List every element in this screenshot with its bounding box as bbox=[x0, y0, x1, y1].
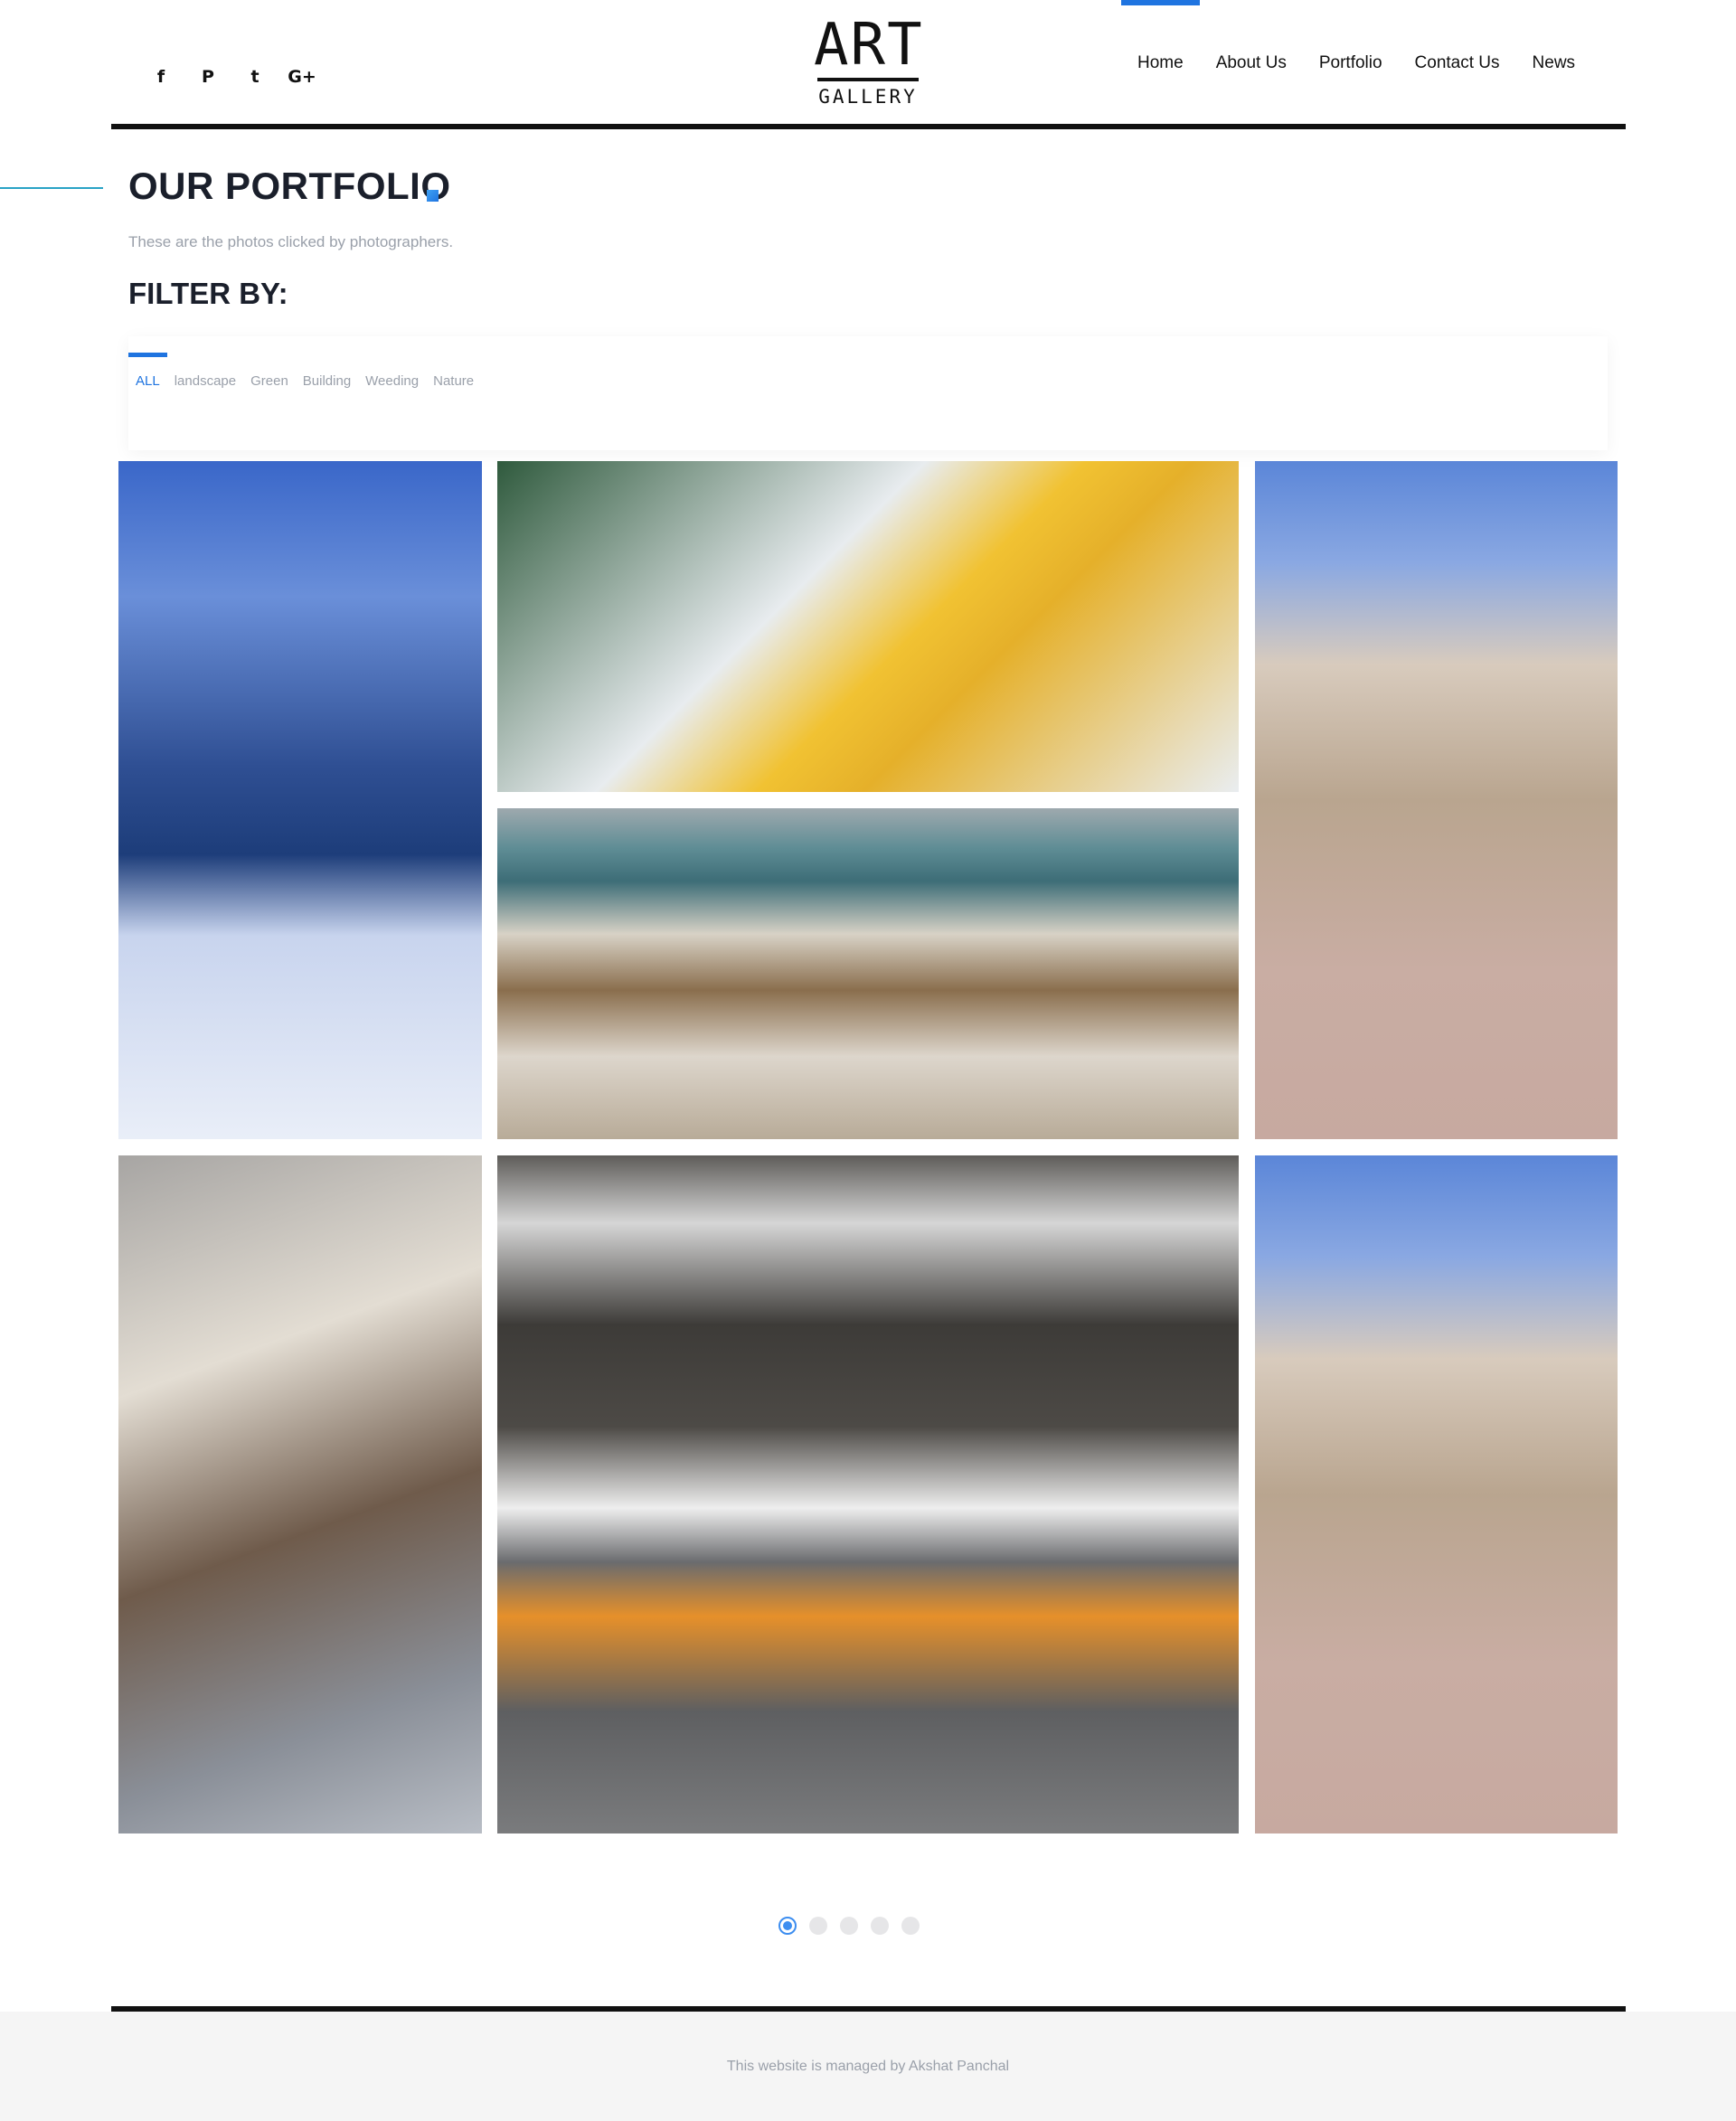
nav-contact-us[interactable]: Contact Us bbox=[1399, 0, 1516, 127]
twitter-icon[interactable]: t bbox=[231, 63, 278, 90]
gallery-image-hikers[interactable] bbox=[1255, 461, 1618, 1139]
google-plus-icon[interactable]: G+ bbox=[278, 63, 326, 90]
filter-tabs: ALL landscape Green Building Weeding Nat… bbox=[128, 353, 481, 396]
gallery-image-winter-table[interactable] bbox=[497, 1155, 1239, 1833]
pagination-dot-1[interactable] bbox=[778, 1917, 797, 1935]
gallery-image-snow-lake[interactable] bbox=[118, 461, 482, 1139]
facebook-icon[interactable]: f bbox=[137, 63, 184, 90]
pagination-dot-4[interactable] bbox=[871, 1917, 889, 1935]
gallery-image-photographer[interactable] bbox=[497, 461, 1239, 792]
filter-tab-green[interactable]: Green bbox=[243, 353, 296, 396]
pinterest-icon[interactable]: P bbox=[184, 63, 231, 90]
filter-tab-building[interactable]: Building bbox=[296, 353, 358, 396]
logo-gallery-text: GALLERY bbox=[818, 86, 918, 108]
gallery-image-hikers-2[interactable] bbox=[1255, 1155, 1618, 1833]
page-title: OUR PORTFOLIO bbox=[128, 165, 451, 207]
footer-credit: This website is managed by Akshat Pancha… bbox=[726, 2059, 1010, 2074]
site-header: f P t G+ ART GALLERY Home About Us Portf… bbox=[0, 0, 1736, 131]
nav-home[interactable]: Home bbox=[1121, 0, 1200, 127]
page-subtitle: These are the photos clicked by photogra… bbox=[128, 233, 454, 250]
filter-tab-nature[interactable]: Nature bbox=[426, 353, 481, 396]
pagination-dot-5[interactable] bbox=[901, 1917, 920, 1935]
filter-panel: ALL landscape Green Building Weeding Nat… bbox=[128, 336, 1608, 450]
site-footer: This website is managed by Akshat Pancha… bbox=[0, 2012, 1736, 2121]
filter-tab-all[interactable]: ALL bbox=[128, 353, 167, 396]
logo-art-text: ART bbox=[814, 12, 924, 79]
title-accent-square bbox=[427, 190, 439, 202]
gallery-image-boardwalk[interactable] bbox=[497, 808, 1239, 1139]
filter-heading: FILTER BY: bbox=[128, 277, 288, 310]
section-accent-line bbox=[0, 187, 103, 189]
gallery-image-stollen[interactable] bbox=[118, 1155, 482, 1833]
pagination-dots bbox=[778, 1917, 920, 1935]
pagination-dot-2[interactable] bbox=[809, 1917, 827, 1935]
filter-tab-landscape[interactable]: landscape bbox=[167, 353, 243, 396]
filter-tab-weeding[interactable]: Weeding bbox=[358, 353, 426, 396]
nav-portfolio[interactable]: Portfolio bbox=[1303, 0, 1399, 127]
main-nav: Home About Us Portfolio Contact Us News bbox=[1121, 0, 1591, 127]
social-links: f P t G+ bbox=[137, 63, 326, 90]
header-divider bbox=[111, 124, 1626, 129]
nav-news[interactable]: News bbox=[1516, 0, 1592, 127]
nav-about-us[interactable]: About Us bbox=[1200, 0, 1303, 127]
site-logo[interactable]: ART GALLERY bbox=[814, 16, 922, 110]
pagination-dot-3[interactable] bbox=[840, 1917, 858, 1935]
